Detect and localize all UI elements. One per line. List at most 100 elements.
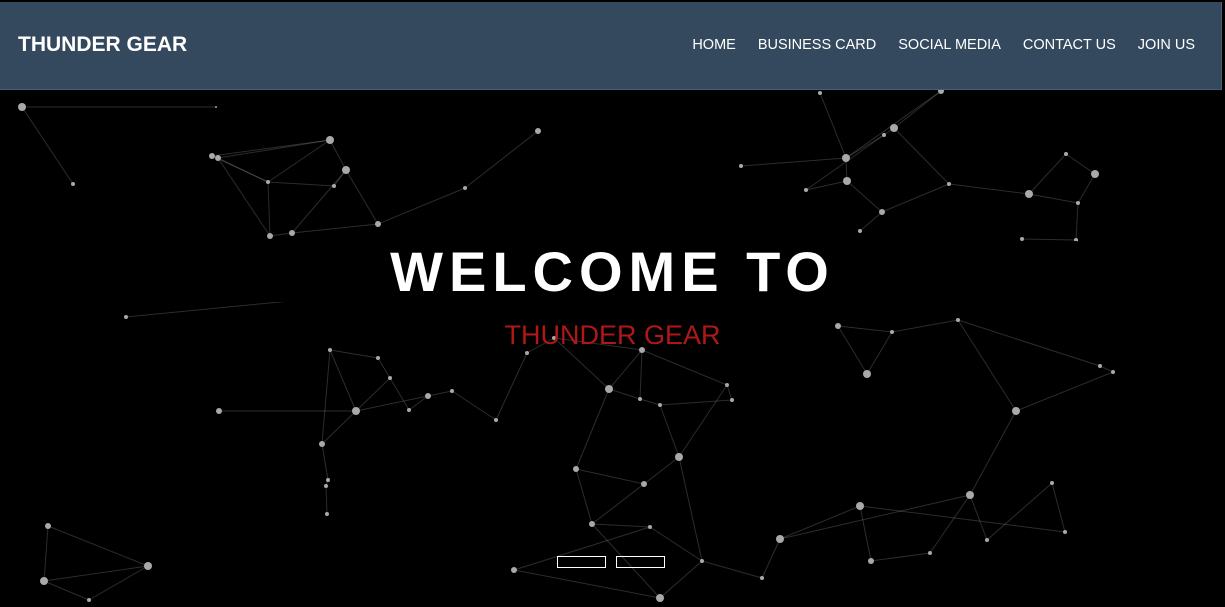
network-node	[388, 376, 392, 380]
network-link	[345, 169, 379, 225]
network-node	[45, 523, 51, 529]
network-node	[1025, 190, 1033, 198]
network-link	[591, 483, 645, 525]
network-link	[1028, 153, 1067, 195]
network-node	[216, 408, 222, 414]
network-link	[639, 349, 643, 400]
network-node	[407, 408, 411, 412]
network-node	[1050, 481, 1054, 485]
network-link	[969, 410, 1017, 496]
network-link	[217, 157, 271, 237]
network-node	[326, 136, 334, 144]
network-node	[1091, 170, 1099, 178]
carousel-indicator-1[interactable]	[557, 556, 606, 568]
network-node	[1111, 370, 1115, 374]
network-link	[678, 384, 728, 458]
network-link	[575, 388, 610, 470]
network-node	[494, 418, 498, 422]
network-node	[589, 521, 595, 527]
network-link	[859, 505, 1066, 533]
network-link	[377, 357, 391, 379]
network-link	[329, 349, 357, 412]
navbar: THUNDER GEAR HOME BUSINESS CARD SOCIAL M…	[0, 2, 1222, 90]
network-node	[890, 124, 898, 132]
network-link	[761, 538, 781, 579]
network-link	[608, 349, 643, 390]
network-link	[608, 388, 641, 400]
network-link	[321, 410, 357, 445]
network-link	[495, 352, 528, 421]
network-link	[47, 525, 149, 567]
network-link	[726, 384, 733, 401]
network-node	[266, 180, 270, 184]
network-link	[267, 181, 271, 237]
nav-link-social-media[interactable]: SOCIAL MEDIA	[898, 37, 1001, 53]
network-node	[573, 466, 579, 472]
network-link	[43, 565, 149, 582]
network-node	[87, 598, 91, 602]
network-node	[882, 133, 886, 137]
network-link	[819, 92, 847, 159]
network-link	[859, 211, 883, 232]
network-link	[639, 398, 661, 406]
network-link	[377, 187, 466, 225]
carousel-indicators	[557, 556, 665, 568]
network-node	[776, 535, 784, 543]
carousel-indicator-2[interactable]	[616, 556, 665, 568]
network-node	[324, 484, 328, 488]
network-node	[638, 397, 642, 401]
network-node	[209, 153, 215, 159]
network-link	[1075, 202, 1079, 241]
network-node	[760, 576, 764, 580]
network-link	[389, 377, 410, 411]
network-link	[740, 157, 847, 167]
network-node	[700, 559, 704, 563]
nav-link-business-card[interactable]: BUSINESS CARD	[758, 37, 876, 53]
page: THUNDER GEAR HOME BUSINESS CARD SOCIAL M…	[0, 0, 1225, 607]
network-link	[21, 106, 74, 185]
network-link	[846, 180, 883, 213]
network-node	[326, 478, 330, 482]
network-link	[325, 485, 328, 515]
network-node	[843, 177, 851, 185]
nav-link-join-us[interactable]: JOIN US	[1138, 37, 1195, 53]
nav-link-contact-us[interactable]: CONTACT US	[1023, 37, 1116, 53]
network-node	[879, 209, 885, 215]
network-node	[352, 407, 360, 415]
network-node	[289, 230, 295, 236]
network-node	[342, 166, 350, 174]
network-link	[1015, 371, 1114, 412]
network-node	[658, 403, 662, 407]
network-node	[966, 491, 974, 499]
network-node	[1012, 407, 1020, 415]
nav-link-home[interactable]: HOME	[692, 37, 736, 53]
network-link	[291, 223, 379, 234]
network-node	[605, 385, 613, 393]
network-node	[1064, 152, 1068, 156]
network-link	[893, 127, 950, 185]
network-link	[321, 443, 329, 481]
network-node	[863, 370, 871, 378]
network-link	[355, 377, 391, 412]
network-link	[881, 183, 950, 213]
network-node	[267, 233, 273, 239]
network-node	[858, 229, 862, 233]
network-node	[1076, 201, 1080, 205]
network-node	[1098, 364, 1102, 368]
network-node	[18, 103, 26, 111]
network-node	[739, 164, 743, 168]
network-link	[269, 232, 293, 237]
network-node	[868, 558, 874, 564]
hero-subtitle: THUNDER GEAR	[504, 320, 721, 350]
network-node	[1063, 530, 1067, 534]
network-node	[511, 567, 517, 573]
brand-logo-link[interactable]: THUNDER GEAR	[18, 33, 187, 57]
network-link	[1077, 173, 1096, 204]
network-link	[427, 390, 453, 397]
network-link	[321, 349, 331, 445]
network-link	[659, 560, 703, 599]
network-link	[859, 505, 872, 562]
network-node	[376, 356, 380, 360]
network-link	[929, 494, 971, 554]
network-link	[575, 468, 593, 525]
